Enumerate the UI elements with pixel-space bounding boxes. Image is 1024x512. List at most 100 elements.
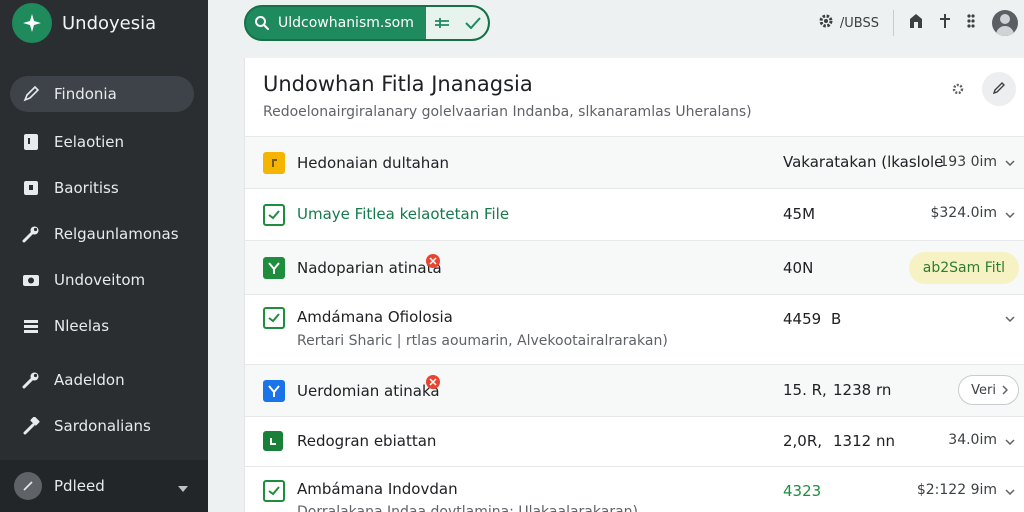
sidebar-footer[interactable]: Pdleed xyxy=(0,460,208,512)
row-value: $2:122 9im xyxy=(916,482,997,498)
row-size: 45M xyxy=(783,205,816,223)
chevron-down-icon[interactable] xyxy=(1003,312,1017,326)
apps-button[interactable] xyxy=(966,13,976,33)
divider xyxy=(893,10,894,36)
view-button-label: Veri xyxy=(971,382,996,398)
row-subtitle: Rertari Sharic | rtlas aoumarin, Alvekoo… xyxy=(297,333,668,349)
page-subtitle: Redoelonairgiralanary golelvaarian Indan… xyxy=(263,104,752,120)
wrench-icon xyxy=(22,371,40,389)
sidebar-item-aadeldon[interactable]: Aadeldon xyxy=(10,362,194,398)
topbar: Uldcowhanism.som /UBSS xyxy=(208,0,1024,46)
row-value: 34.0im xyxy=(948,432,997,448)
chevron-down-icon[interactable] xyxy=(1003,208,1017,222)
row-name: Hedonaian dultahan xyxy=(297,154,450,172)
document-icon xyxy=(22,133,40,151)
row-extra: 1312 nn xyxy=(833,432,895,450)
gear-icon xyxy=(818,13,834,33)
topbar-actions: /UBSS xyxy=(804,8,1018,38)
hammer-icon xyxy=(22,417,40,435)
settings-icon[interactable] xyxy=(948,79,968,99)
row-size: 2,0R, xyxy=(783,432,823,450)
sidebar-item-label: Baoritiss xyxy=(54,179,119,197)
list-icon xyxy=(22,317,40,335)
settings-button[interactable]: /UBSS xyxy=(818,13,879,33)
filter-icon[interactable] xyxy=(434,14,450,33)
checkbox-icon xyxy=(263,204,285,226)
footer-label: Pdleed xyxy=(54,477,105,495)
sidebar: Undoyesia Findonia Eelaotien Baoritiss R… xyxy=(0,0,208,512)
sidebar-item-label: Sardonalians xyxy=(54,417,151,435)
app-name: Undoyesia xyxy=(62,12,157,34)
check-icon[interactable] xyxy=(464,14,481,33)
more-vert-icon xyxy=(966,13,976,33)
row-name: Ambámana Indovdan xyxy=(297,480,458,498)
row-size: 4459 xyxy=(783,310,822,328)
table-row[interactable]: Amdámana Ofiolosia Rertari Sharic | rtla… xyxy=(245,294,1024,364)
row-extra: 1238 rn xyxy=(833,381,892,399)
profile-icon xyxy=(14,472,42,500)
table-row[interactable]: Umaye Fitlea kelaotetan File 45M $324.0i… xyxy=(245,188,1024,240)
row-value: 193 0im xyxy=(939,154,997,170)
row-name: Amdámana Ofiolosia xyxy=(297,308,453,326)
page-title: Undowhan Fitla Jnanagsia xyxy=(263,72,533,96)
row-name: Nadoparian atinata xyxy=(297,259,442,277)
wrench-icon xyxy=(22,225,40,243)
checkbox-icon xyxy=(263,480,285,502)
chevron-down-icon[interactable] xyxy=(178,477,188,496)
table-row[interactable]: Uerdomian atinaka 15. R, 1238 rn Veri xyxy=(245,364,1024,416)
sidebar-item-label: Relgaunlamonas xyxy=(54,225,179,243)
chevron-down-icon[interactable] xyxy=(1003,435,1017,449)
pen-icon xyxy=(22,85,40,103)
checkbox-icon xyxy=(263,307,285,329)
table-row[interactable]: Hedonaian dultahan Vakaratakan (lkaslole… xyxy=(245,136,1024,188)
sheet-icon xyxy=(263,431,283,451)
home-button[interactable] xyxy=(908,13,924,33)
sidebar-item-label: Undoveitom xyxy=(54,271,146,289)
chevron-down-icon[interactable] xyxy=(1003,485,1017,499)
topbar-label: /UBSS xyxy=(839,15,879,31)
user-avatar[interactable] xyxy=(992,10,1018,36)
alert-badge xyxy=(426,375,440,389)
alert-badge xyxy=(426,254,440,268)
sidebar-item-relgaunlamonas[interactable]: Relgaunlamonas xyxy=(10,216,194,252)
chevron-right-icon xyxy=(1002,385,1008,395)
search-input[interactable]: Uldcowhanism.som xyxy=(278,15,426,31)
status-pill[interactable]: ab2Sam Fitl xyxy=(908,252,1019,284)
search-bar[interactable]: Uldcowhanism.som xyxy=(244,5,490,41)
sidebar-item-baoritiss[interactable]: Baoritiss xyxy=(10,170,194,206)
sidebar-item-label: Nleelas xyxy=(54,317,110,335)
chevron-down-icon[interactable] xyxy=(1003,156,1017,170)
pencil-icon xyxy=(992,80,1006,99)
panel-tools xyxy=(948,72,1016,106)
card-icon xyxy=(22,179,40,197)
row-extra: B xyxy=(831,310,842,328)
sidebar-item-eelaotien[interactable]: Eelaotien xyxy=(10,124,194,160)
row-size: 4323 xyxy=(783,482,822,500)
app-logo-icon xyxy=(12,3,52,43)
row-name: Umaye Fitlea kelaotetan File xyxy=(297,205,510,223)
sidebar-item-label: Eelaotien xyxy=(54,133,125,151)
row-size: Vakaratakan (lkaslole xyxy=(783,153,944,171)
sidebar-item-nleelas[interactable]: Nleelas xyxy=(10,308,194,344)
camera-icon xyxy=(22,271,40,289)
brand[interactable]: Undoyesia xyxy=(12,2,156,44)
pin-button[interactable] xyxy=(938,13,952,33)
row-subtitle: Dorralakana Indaa dovtlamina: Ulakaalara… xyxy=(297,504,638,512)
table-row[interactable]: Redogran ebiattan 2,0R, 1312 nn 34.0im xyxy=(245,416,1024,466)
row-size: 40N xyxy=(783,259,814,277)
search-icon xyxy=(246,15,278,31)
sidebar-item-undoveitom[interactable]: Undoveitom xyxy=(10,262,194,298)
folder-icon xyxy=(263,152,285,174)
row-size: 15. R, xyxy=(783,381,827,399)
view-button[interactable]: Veri xyxy=(958,375,1019,405)
sidebar-item-findonia[interactable]: Findonia xyxy=(10,76,194,112)
table-row[interactable]: Ambámana Indovdan Dorralakana Indaa dovt… xyxy=(245,466,1024,512)
file-panel: Undowhan Fitla Jnanagsia Redoelonairgira… xyxy=(244,58,1024,512)
sidebar-item-label: Aadeldon xyxy=(54,371,125,389)
sidebar-item-label: Findonia xyxy=(54,85,117,103)
home-icon xyxy=(908,13,924,33)
edit-button[interactable] xyxy=(982,72,1016,106)
doc-y-icon xyxy=(263,380,285,402)
sidebar-item-sardonalians[interactable]: Sardonalians xyxy=(10,408,194,444)
table-row[interactable]: Nadoparian atinata 40N ab2Sam Fitl xyxy=(245,240,1024,294)
